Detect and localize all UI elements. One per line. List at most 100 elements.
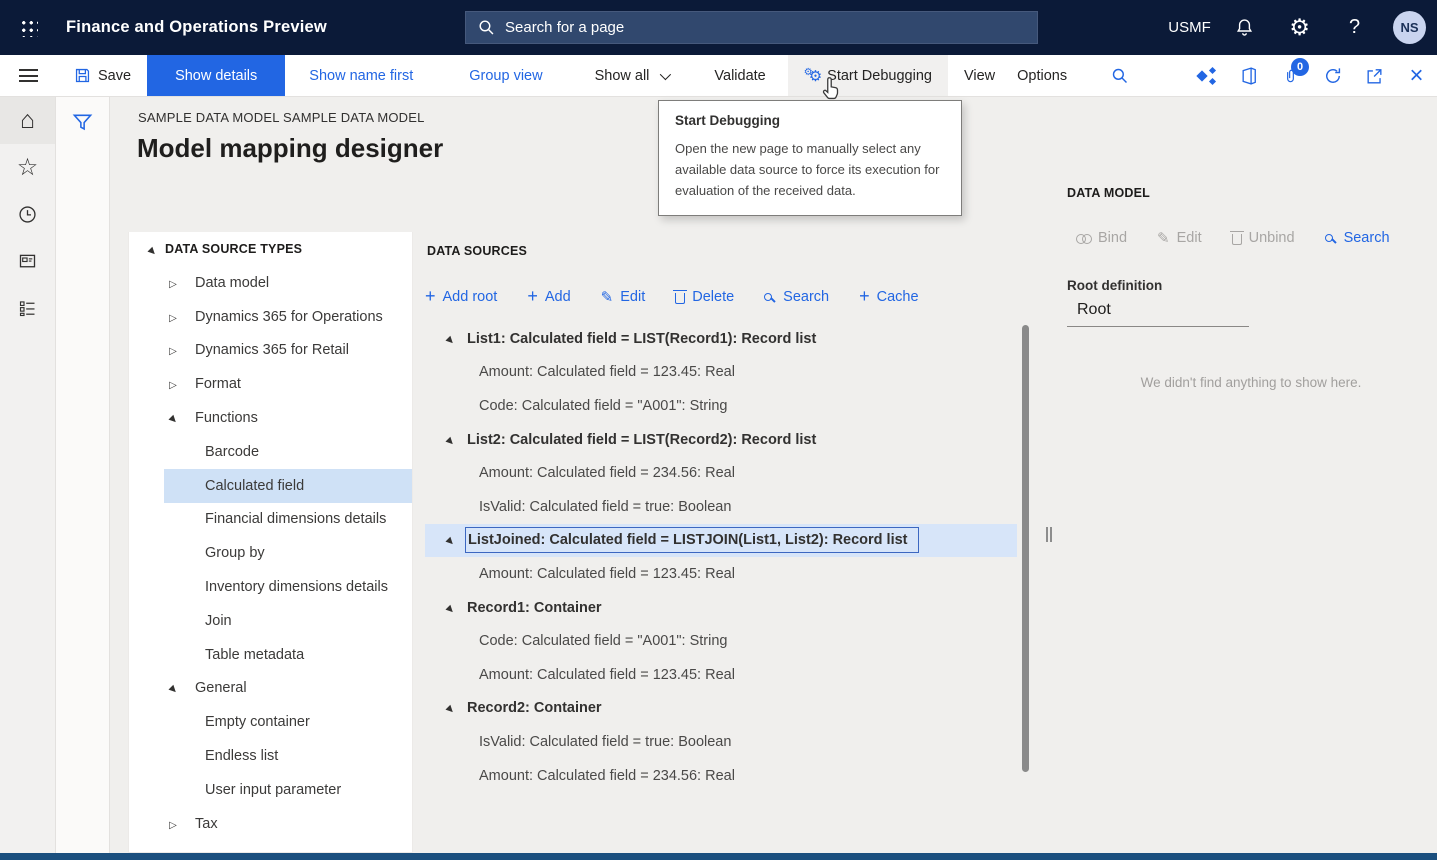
tooltip-title: Start Debugging [675, 113, 945, 128]
data-source-row[interactable]: Record2: Container [425, 692, 1017, 726]
help-button[interactable]: ? [1327, 0, 1382, 55]
data-source-row[interactable]: Amount: Calculated field = 123.45: Real [425, 356, 1017, 390]
sidebar-item-recent[interactable] [0, 191, 55, 238]
data-source-row[interactable]: ListJoined: Calculated field = LISTJOIN(… [425, 524, 1017, 558]
data-source-types-tree: Data model Dynamics 365 for Operations D… [129, 266, 412, 841]
toolbar-button[interactable]: Add root [425, 289, 497, 306]
show-name-first-button[interactable]: Show name first [301, 55, 421, 96]
view-menu[interactable]: View [956, 55, 1003, 96]
empty-state-message: We didn't find anything to show here. [1065, 375, 1437, 390]
tree-item[interactable]: Functions [129, 401, 412, 435]
tree-item[interactable]: User input parameter [129, 773, 412, 807]
data-source-row[interactable]: Amount: Calculated field = 123.45: Real [425, 658, 1017, 692]
expander-icon[interactable] [443, 532, 457, 548]
toolbar-button[interactable]: Cache [859, 289, 918, 306]
validate-button[interactable]: Validate [706, 55, 773, 96]
toolbar-button[interactable]: Bind [1076, 230, 1127, 246]
expander-icon[interactable] [443, 331, 457, 347]
expander-icon[interactable] [166, 275, 180, 291]
data-source-row[interactable]: Amount: Calculated field = 234.56: Real [425, 456, 1017, 490]
sidebar-item-workspaces[interactable] [0, 285, 55, 332]
save-button[interactable]: Save [56, 55, 147, 96]
start-debugging-tooltip: Start Debugging Open the new page to man… [658, 100, 962, 216]
expander-icon[interactable] [166, 410, 180, 426]
tree-item[interactable]: Dynamics 365 for Operations [129, 300, 412, 334]
tree-item[interactable]: Tax [129, 807, 412, 841]
tree-item[interactable]: Endless list [129, 739, 412, 773]
expander-icon[interactable] [443, 432, 457, 448]
toolbar-button[interactable]: Edit [1157, 229, 1202, 247]
tree-item[interactable]: Join [129, 604, 412, 638]
data-source-row[interactable]: IsValid: Calculated field = true: Boolea… [425, 490, 1017, 524]
toolbar-button-icon [1325, 234, 1333, 242]
toolbar-button[interactable]: Add [527, 289, 570, 306]
tree-item[interactable]: Inventory dimensions details [129, 570, 412, 604]
attachments-button[interactable]: 0 [1276, 60, 1305, 92]
notifications-button[interactable] [1217, 0, 1272, 55]
expander-icon[interactable] [443, 700, 457, 716]
toolbar-button[interactable]: Unbind [1232, 230, 1295, 246]
data-source-row[interactable]: Code: Calculated field = "A001": String [425, 624, 1017, 658]
data-source-row[interactable]: Amount: Calculated field = 234.56: Real [425, 759, 1017, 793]
tree-item[interactable]: Group by [129, 536, 412, 570]
global-search-input[interactable]: Search for a page [465, 11, 1038, 44]
commandbar-search-button[interactable] [1103, 55, 1137, 96]
show-all-dropdown[interactable]: Show all [587, 55, 677, 96]
panel-splitter-handle[interactable] [1046, 527, 1052, 542]
save-label: Save [98, 68, 131, 84]
data-source-types-header[interactable]: DATA SOURCE TYPES [129, 232, 412, 266]
group-view-button[interactable]: Group view [461, 55, 550, 96]
sidebar-item-forms[interactable] [0, 238, 55, 285]
data-source-row[interactable]: IsValid: Calculated field = true: Boolea… [425, 725, 1017, 759]
chevron-down-icon [660, 68, 671, 79]
close-button[interactable]: × [1402, 60, 1431, 92]
expander-icon[interactable] [166, 816, 180, 832]
tree-item[interactable]: General [129, 672, 412, 706]
data-source-types-panel: DATA SOURCE TYPES Data model Dynamics 36… [128, 232, 413, 853]
tree-item[interactable]: Barcode [129, 435, 412, 469]
refresh-button[interactable] [1318, 60, 1347, 92]
expander-icon[interactable] [166, 376, 180, 392]
feedback-button[interactable] [1192, 60, 1221, 92]
vertical-scrollbar[interactable] [1022, 325, 1029, 772]
toolbar-button[interactable]: Search [764, 289, 829, 305]
start-debugging-button[interactable]: ⚙⚙ Start Debugging [788, 55, 948, 96]
expander-icon[interactable] [166, 309, 180, 325]
expander-icon[interactable] [166, 342, 180, 358]
expander-icon[interactable] [443, 600, 457, 616]
data-source-row[interactable]: Code: Calculated field = "A001": String [425, 389, 1017, 423]
data-source-row[interactable]: List1: Calculated field = LIST(Record1):… [425, 322, 1017, 356]
left-nav-rail: ⌂ ☆ [0, 97, 56, 853]
tree-item[interactable]: Calculated field [129, 469, 412, 503]
data-source-row[interactable]: Record1: Container [425, 591, 1017, 625]
options-menu[interactable]: Options [1009, 55, 1075, 96]
tree-item[interactable]: Table metadata [129, 638, 412, 672]
tree-item[interactable]: Dynamics 365 for Retail [129, 334, 412, 368]
toolbar-button[interactable]: Delete [675, 289, 734, 305]
tree-item[interactable]: Format [129, 367, 412, 401]
app-launcher-button[interactable] [0, 0, 56, 55]
sidebar-item-favorites[interactable]: ☆ [0, 144, 55, 191]
star-icon: ☆ [17, 156, 39, 180]
toolbar-button-label: Add [545, 289, 571, 305]
open-in-new-window-button[interactable] [1360, 60, 1389, 92]
toolbar-button[interactable]: Edit [601, 288, 646, 306]
settings-button[interactable]: ⚙ [1272, 0, 1327, 55]
avatar[interactable]: NS [1393, 11, 1426, 44]
tree-item[interactable]: Empty container [129, 705, 412, 739]
sidebar-item-home[interactable]: ⌂ [0, 97, 55, 144]
expander-icon[interactable] [166, 680, 180, 696]
filter-button[interactable] [56, 97, 109, 147]
toolbar-button[interactable]: Search [1325, 230, 1390, 246]
office-apps-button[interactable] [1234, 60, 1263, 92]
waffle-icon [19, 18, 38, 37]
data-source-row[interactable]: Amount: Calculated field = 123.45: Real [425, 557, 1017, 591]
toolbar-button-label: Unbind [1249, 230, 1295, 246]
data-source-row[interactable]: List2: Calculated field = LIST(Record2):… [425, 423, 1017, 457]
tree-item[interactable]: Data model [129, 266, 412, 300]
company-picker[interactable]: USMF [1162, 0, 1217, 55]
root-definition-input[interactable]: Root [1077, 301, 1437, 319]
tree-item[interactable]: Financial dimensions details [129, 503, 412, 537]
show-details-button[interactable]: Show details [147, 55, 285, 96]
nav-expand-button[interactable] [0, 55, 56, 96]
